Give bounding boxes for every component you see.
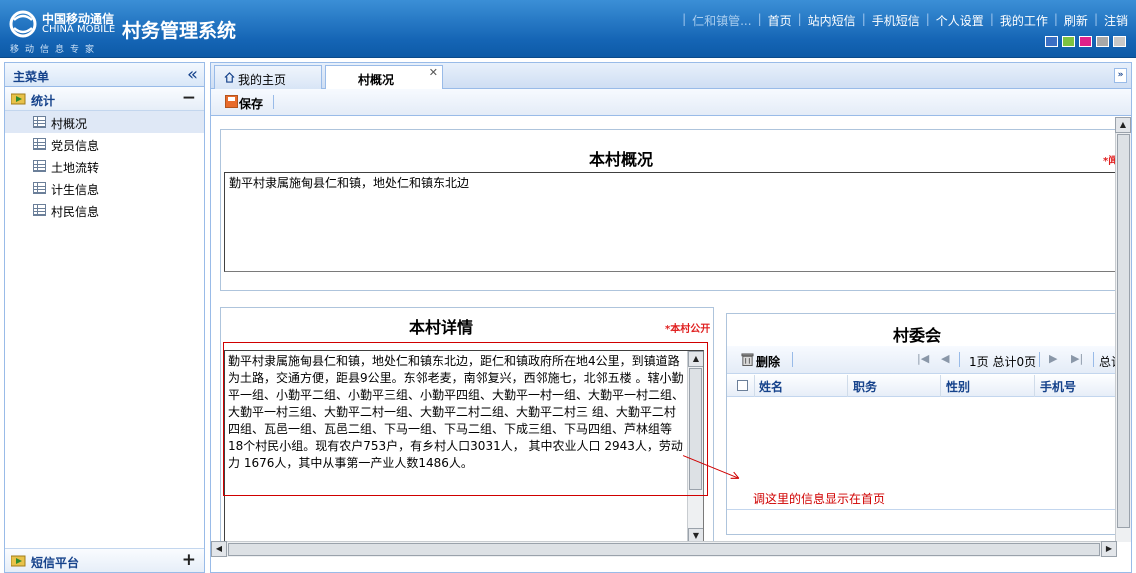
annotation-arrow [682,455,740,479]
grid-header: 姓名 职务 性别 手机号 [727,375,1117,397]
tab-menu-icon[interactable]: » [1114,68,1127,83]
overview-title: 本村概况 [588,150,653,169]
select-all-checkbox[interactable] [737,380,748,391]
home-icon [224,72,235,83]
nav-org[interactable]: 仁和镇管... [692,12,751,29]
theme-swatch[interactable] [1062,36,1075,47]
tab-bar: 我的主页 村概况 ✕ » [211,63,1131,90]
top-nav: | 仁和镇管... | 首页 | 站内短信 | 手机短信 | 个人设置 | 我的… [682,12,1128,29]
sidebar-item-label: 计生信息 [51,183,100,197]
trash-icon [741,353,754,366]
nav-home[interactable]: 首页 [768,12,792,29]
main-panel: 我的主页 村概况 ✕ » 保存 本村概况 *闻 勤平村隶属施甸县仁和镇，地处仁和… [210,62,1132,573]
page-vertical-scrollbar[interactable]: ▲ [1115,117,1131,542]
column-position[interactable]: 职务 [853,378,877,395]
details-title: 本村详情 [408,318,473,337]
tab-home[interactable]: 我的主页 [214,65,322,89]
tab-village-overview[interactable]: 村概况 ✕ [325,65,443,90]
overview-panel: 本村概况 *闻 勤平村隶属施甸县仁和镇，地处仁和镇东北边 [220,129,1117,291]
column-phone[interactable]: 手机号 [1040,378,1076,395]
sidebar-item-family-planning[interactable]: 计生信息 [5,177,204,199]
menu-group-label: 统计 [31,94,56,108]
table-icon [33,204,46,216]
folder-arrow-icon [11,93,26,105]
tab-label: 村概况 [358,73,395,87]
theme-swatch[interactable] [1079,36,1092,47]
sidebar-item-party-members[interactable]: 党员信息 [5,133,204,155]
sidebar-header: 主菜单 « [5,63,204,87]
menu-group-label: 短信平台 [31,556,80,570]
theme-switcher [1045,36,1126,47]
first-page-icon[interactable]: |◀ [917,352,929,365]
close-tab-icon[interactable]: ✕ [429,66,438,79]
save-icon [225,95,238,108]
annotation-text: 调这里的信息显示在首页 [753,492,886,506]
scroll-right-icon[interactable]: ▶ [1101,541,1117,557]
table-icon [33,138,46,150]
scroll-up-icon[interactable]: ▲ [1115,117,1131,133]
next-page-icon[interactable]: ▶ [1049,352,1057,365]
app-header: 中国移动通信 CHINA MOBILE 移动信息专家 村务管理系统 | 仁和镇管… [0,0,1136,58]
sidebar-item-village-overview[interactable]: 村概况 [5,111,204,133]
collapse-icon[interactable]: « [187,64,198,85]
column-name[interactable]: 姓名 [759,378,783,395]
sidebar-item-label: 党员信息 [51,139,100,153]
scroll-left-icon[interactable]: ◀ [211,541,227,557]
table-icon [33,182,46,194]
menu-group-stats[interactable]: 统计 − [5,87,204,111]
sidebar: 主菜单 « 统计 − 村概况 党员信息 土地流转 计生信息 村民信息 短信平台 … [4,62,205,573]
grid-toolbar: 删除 |◀ ◀ 1页 总计0页 ▶ ▶| 总记 [727,346,1117,374]
prev-page-icon[interactable]: ◀ [941,352,949,365]
nav-refresh[interactable]: 刷新 [1064,12,1088,29]
tab-label: 我的主页 [238,73,287,87]
sidebar-title: 主菜单 [13,70,50,84]
page-info: 1页 总计0页 [969,355,1037,369]
expand-group-icon[interactable]: + [182,550,196,570]
theme-swatch[interactable] [1045,36,1058,47]
sidebar-item-label: 村概况 [51,117,88,131]
china-mobile-logo-icon [9,10,37,38]
committee-title: 村委会 [892,326,941,345]
collapse-group-icon[interactable]: − [182,88,196,108]
annotation-box [223,342,708,496]
public-mark: *本村公开 [665,324,711,335]
delete-button[interactable]: 删除 [756,353,780,370]
overview-textarea[interactable]: 勤平村隶属施甸县仁和镇，地处仁和镇东北边 [224,172,1117,272]
sidebar-item-villagers[interactable]: 村民信息 [5,199,204,221]
system-title: 村务管理系统 [122,20,237,42]
scroll-thumb[interactable] [1117,134,1130,528]
logo-sub: 移动信息专家 [10,45,101,55]
last-page-icon[interactable]: ▶| [1071,352,1083,365]
nav-my-work[interactable]: 我的工作 [1000,12,1048,29]
nav-settings[interactable]: 个人设置 [936,12,984,29]
sidebar-item-land-transfer[interactable]: 土地流转 [5,155,204,177]
scroll-down-icon[interactable]: ▼ [688,528,703,542]
column-gender[interactable]: 性别 [946,378,970,395]
page-horizontal-scrollbar[interactable]: ◀ ▶ [211,541,1117,557]
nav-logout[interactable]: 注销 [1104,12,1128,29]
nav-inbox[interactable]: 站内短信 [808,12,856,29]
scroll-thumb[interactable] [228,543,1100,556]
sidebar-item-label: 土地流转 [51,161,100,175]
nav-sms[interactable]: 手机短信 [872,12,920,29]
folder-arrow-icon [11,555,26,567]
sidebar-item-label: 村民信息 [51,205,100,219]
theme-swatch[interactable] [1096,36,1109,47]
menu-group-sms[interactable]: 短信平台 + [5,548,204,572]
logo-en: CHINA MOBILE [42,24,116,35]
form-content: 本村概况 *闻 勤平村隶属施甸县仁和镇，地处仁和镇东北边 本村详情 *本村公开 … [211,117,1117,542]
theme-swatch[interactable] [1113,36,1126,47]
save-button[interactable]: 保存 [239,95,263,112]
table-icon [33,160,46,172]
page-toolbar: 保存 [211,89,1131,116]
table-icon [33,116,46,128]
